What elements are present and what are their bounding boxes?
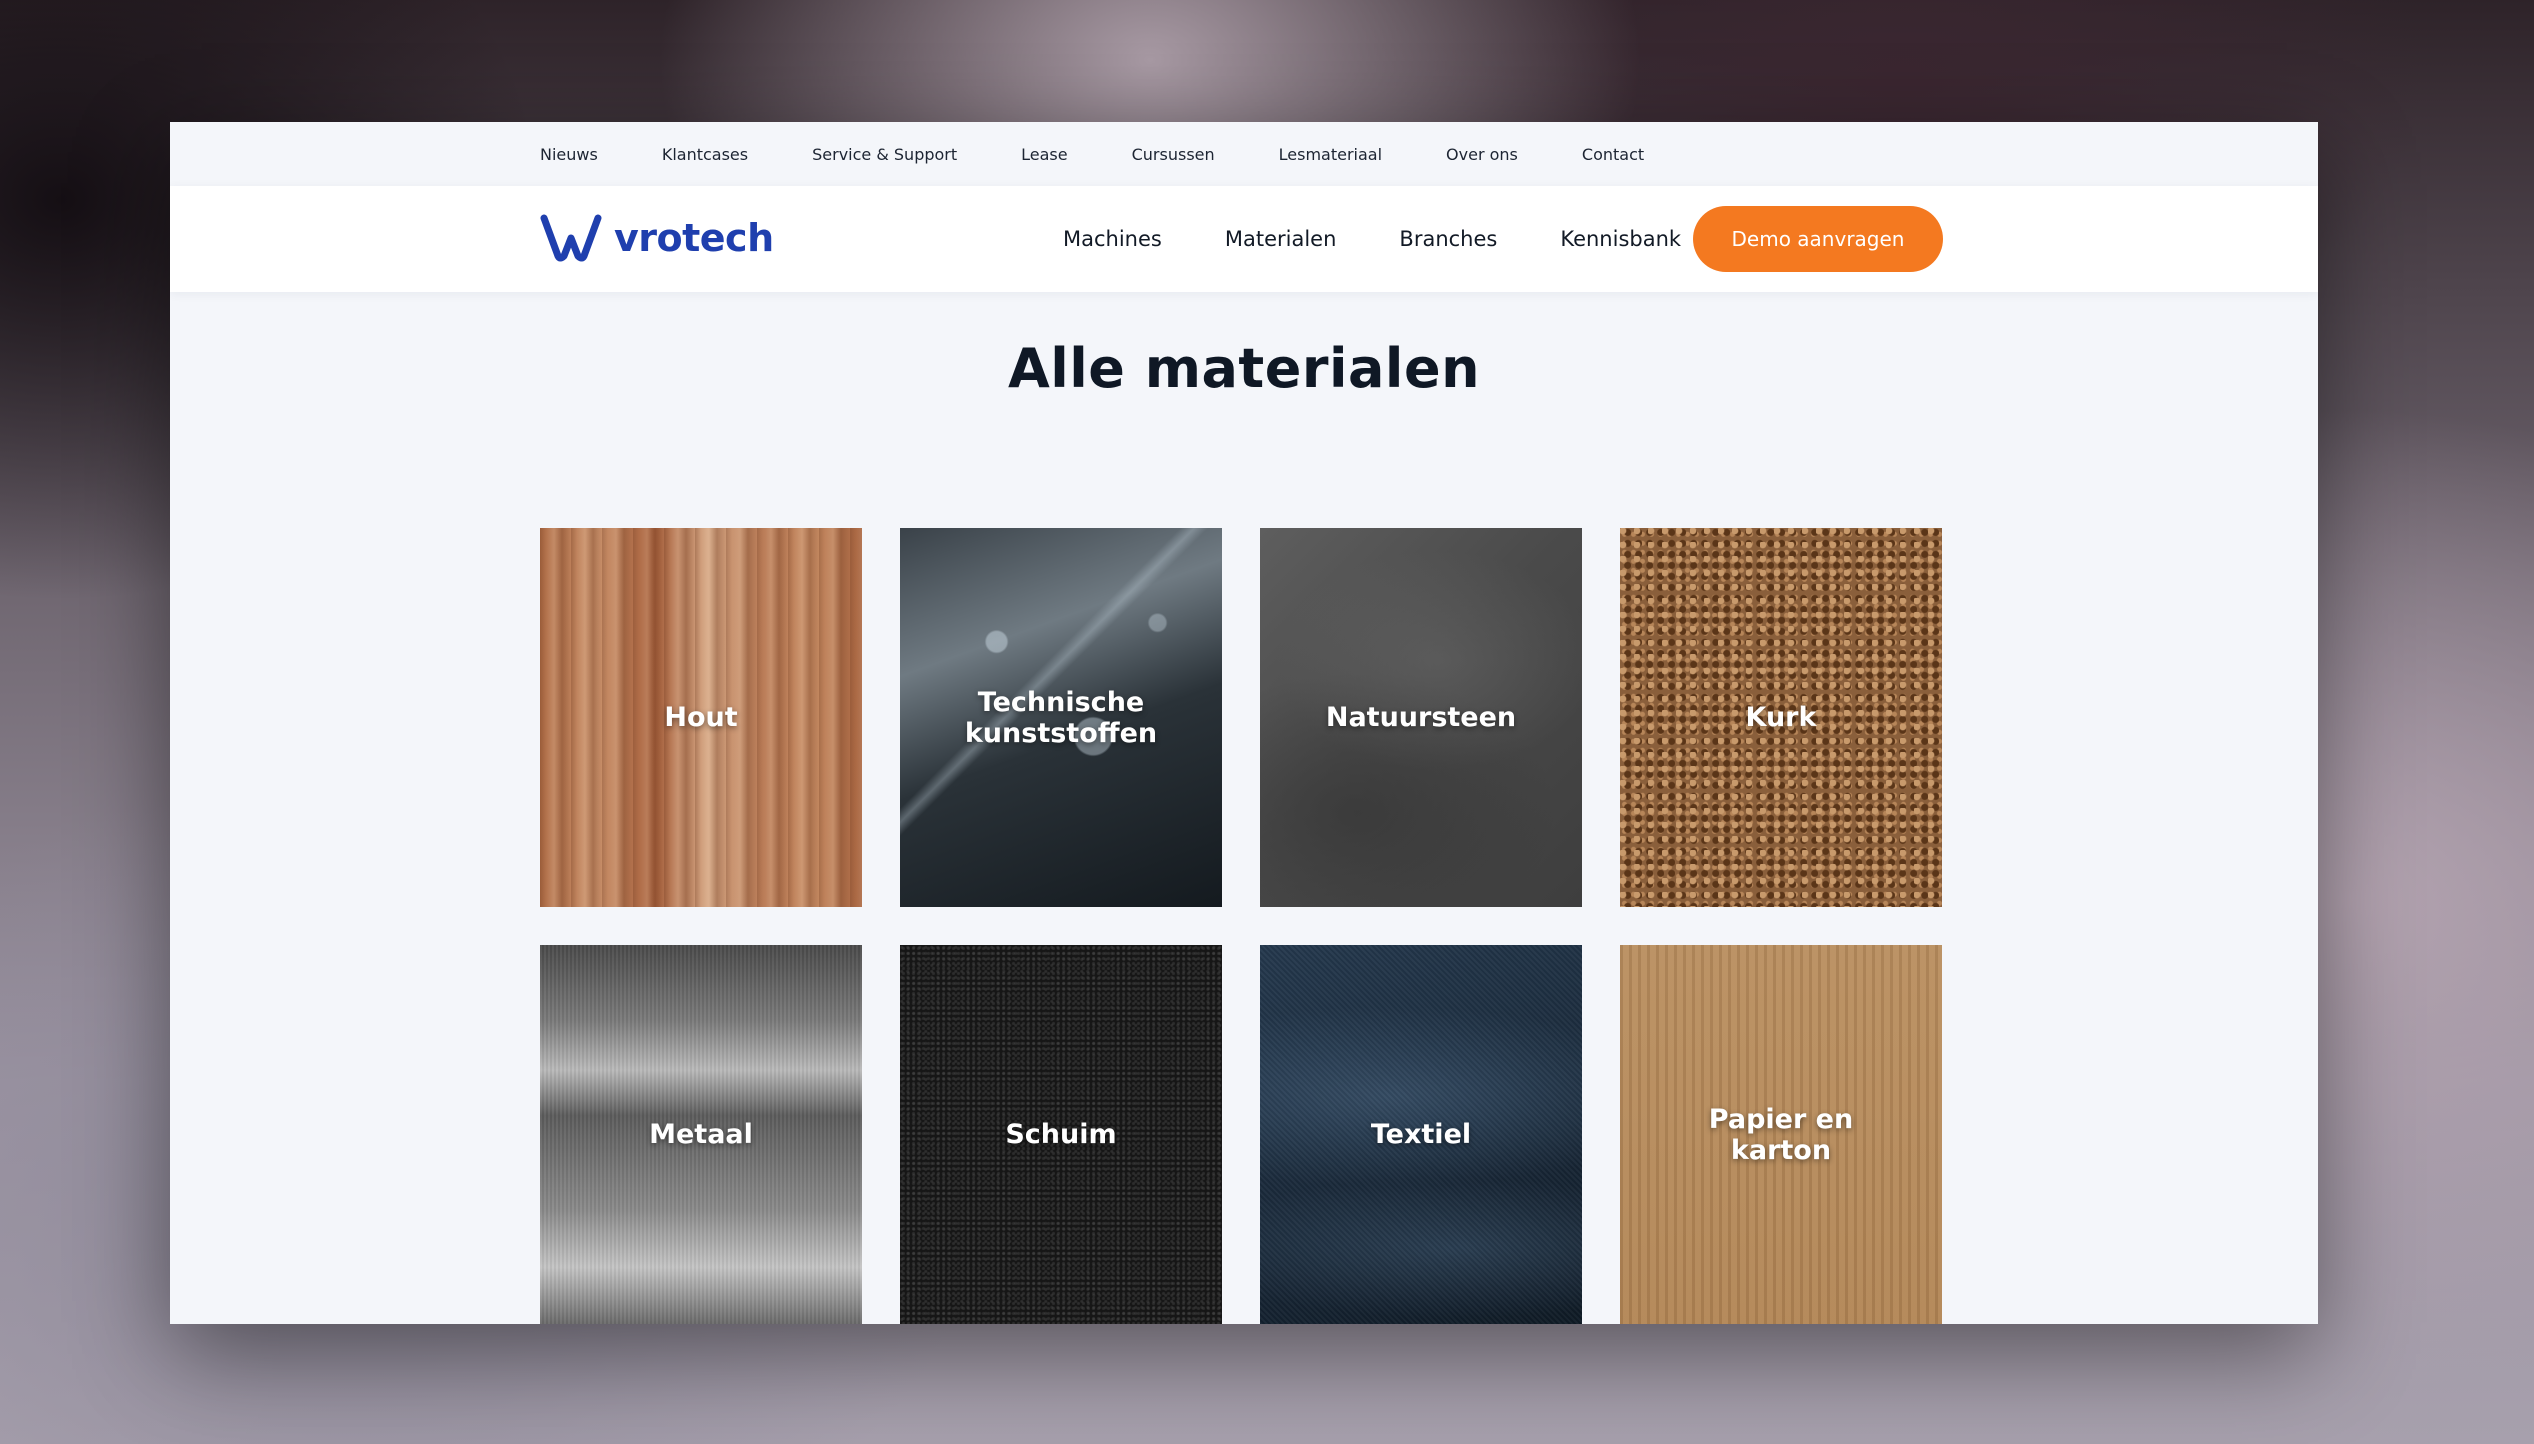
logo-wordmark: vrotech xyxy=(614,216,774,260)
topbar-link-klantcases[interactable]: Klantcases xyxy=(662,145,748,164)
topbar-link-service-support[interactable]: Service & Support xyxy=(812,145,957,164)
material-card-metaal[interactable]: Metaal xyxy=(540,945,862,1324)
top-utility-bar: Nieuws Klantcases Service & Support Leas… xyxy=(170,122,2318,186)
topbar-link-nieuws[interactable]: Nieuws xyxy=(540,145,598,164)
material-label: Papier en karton xyxy=(1708,1103,1854,1166)
topbar-link-over-ons[interactable]: Over ons xyxy=(1446,145,1518,164)
demo-request-button[interactable]: Demo aanvragen xyxy=(1693,206,1943,272)
material-card-kurk[interactable]: Kurk xyxy=(1620,528,1942,907)
main-navigation: vrotech Machines Materialen Branches Ken… xyxy=(170,186,2318,292)
material-card-hout[interactable]: Hout xyxy=(540,528,862,907)
material-label: Natuursteen xyxy=(1325,702,1517,733)
primary-nav: Machines Materialen Branches Kennisbank xyxy=(1063,186,1681,292)
material-label: Schuim xyxy=(1005,1119,1117,1150)
material-label: Textiel xyxy=(1370,1119,1472,1150)
materials-grid: Hout Technische kunststoffen Natuursteen… xyxy=(540,528,1942,1324)
browser-page: Nieuws Klantcases Service & Support Leas… xyxy=(170,122,2318,1324)
topbar-link-cursussen[interactable]: Cursussen xyxy=(1132,145,1215,164)
material-card-schuim[interactable]: Schuim xyxy=(900,945,1222,1324)
nav-item-branches[interactable]: Branches xyxy=(1399,227,1497,251)
topbar-link-lease[interactable]: Lease xyxy=(1021,145,1067,164)
nav-item-machines[interactable]: Machines xyxy=(1063,227,1162,251)
material-card-textiel[interactable]: Textiel xyxy=(1260,945,1582,1324)
material-label: Kurk xyxy=(1745,702,1817,733)
material-label: Technische kunststoffen xyxy=(964,686,1158,749)
topbar-link-lesmateriaal[interactable]: Lesmateriaal xyxy=(1279,145,1382,164)
vrotech-logo-icon xyxy=(540,214,602,262)
material-card-technische-kunststoffen[interactable]: Technische kunststoffen xyxy=(900,528,1222,907)
material-card-papier-en-karton[interactable]: Papier en karton xyxy=(1620,945,1942,1324)
material-card-natuursteen[interactable]: Natuursteen xyxy=(1260,528,1582,907)
nav-item-materialen[interactable]: Materialen xyxy=(1225,227,1337,251)
page-title: Alle materialen xyxy=(1007,337,1481,400)
material-label: Metaal xyxy=(649,1119,753,1150)
site-logo[interactable]: vrotech xyxy=(540,214,774,262)
nav-item-kennisbank[interactable]: Kennisbank xyxy=(1560,227,1681,251)
topbar-link-contact[interactable]: Contact xyxy=(1582,145,1644,164)
material-label: Hout xyxy=(664,702,738,733)
